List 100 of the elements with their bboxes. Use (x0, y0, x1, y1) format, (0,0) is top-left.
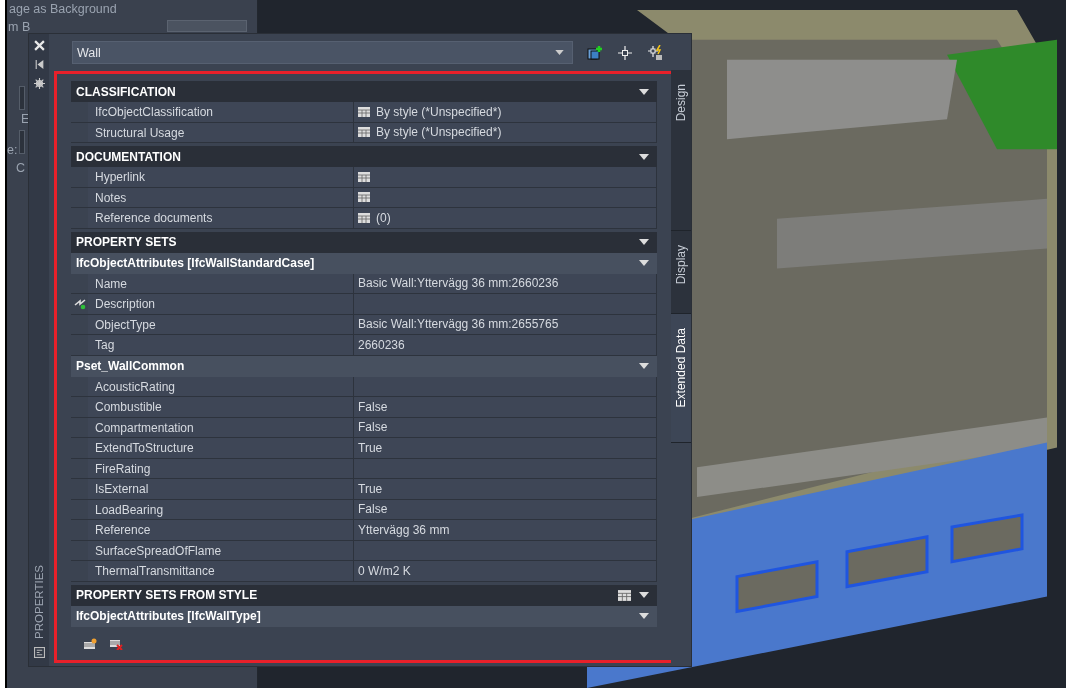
table-icon (358, 192, 370, 203)
property-value: True (358, 481, 383, 496)
property-value-cell[interactable]: (0) (354, 208, 657, 229)
property-name: Compartmentation (95, 420, 194, 435)
property-value-cell[interactable] (354, 540, 657, 561)
collapse-arrow-icon[interactable] (639, 239, 649, 245)
section-title: DOCUMENTATION (76, 149, 182, 164)
property-value: False (358, 420, 388, 435)
property-name: Reference (95, 523, 151, 538)
property-value-cell[interactable]: True (354, 479, 657, 500)
property-value-cell[interactable]: Yttervägg 36 mm (354, 520, 657, 541)
property-value: (0) (376, 210, 391, 225)
table-icon[interactable] (618, 589, 631, 601)
property-name: Reference documents (95, 211, 213, 226)
input-field[interactable] (19, 86, 25, 110)
settings-icon[interactable] (33, 78, 45, 89)
side-tab[interactable]: Extended Data (671, 314, 691, 443)
property-value-cell[interactable] (354, 187, 657, 208)
section-header[interactable]: PROPERTY SETS FROM STYLE (71, 584, 657, 606)
caret-icon[interactable] (555, 50, 564, 55)
property-value-cell[interactable] (354, 458, 657, 479)
section-title: PROPERTY SETS (76, 235, 178, 249)
collapse-arrow-icon[interactable] (639, 363, 649, 369)
property-value: 0 W/m2 K (358, 563, 411, 578)
property-value: By style (*Unspecified*) (376, 125, 502, 140)
section-header[interactable]: IfcObjectAttributes [IfcWallStandardCase] (71, 252, 657, 274)
pick-point-icon[interactable] (617, 44, 633, 61)
section-title: PROPERTY SETS FROM STYLE (76, 588, 259, 602)
section-header[interactable]: Pset_WallCommon (71, 355, 657, 377)
property-value-cell[interactable]: 2660236 (354, 335, 657, 356)
table-icon (358, 106, 370, 117)
add-selection-icon[interactable] (587, 44, 603, 61)
dialog-label: m B (8, 20, 31, 34)
property-value-cell[interactable]: Basic Wall:Yttervägg 36 mm:2655765 (354, 314, 657, 335)
property-value-cell[interactable]: By style (*Unspecified*) (354, 122, 657, 143)
palette-title: PROPERTIES (33, 565, 45, 639)
dialog-label: age as Background (9, 2, 117, 16)
property-name: Notes (95, 190, 127, 205)
property-name: ThermalTransmittance (95, 564, 215, 579)
property-name: ObjectType (95, 317, 156, 332)
close-icon[interactable] (33, 40, 45, 51)
property-name: Tag (95, 338, 115, 353)
property-name: FireRating (95, 461, 151, 476)
input-field[interactable] (19, 130, 25, 154)
palette-menu-icon[interactable] (33, 647, 45, 658)
property-value-cell[interactable]: False (354, 499, 657, 520)
remove-property-set-icon[interactable] (109, 638, 123, 650)
section-title: CLASSIFICATION (76, 84, 177, 99)
collapse-arrow-icon[interactable] (639, 153, 649, 160)
side-tab[interactable]: Display (671, 231, 691, 314)
property-name: Hyperlink (95, 170, 145, 185)
table-icon (358, 127, 370, 138)
collapse-arrow-icon[interactable] (639, 88, 649, 95)
property-name: SurfaceSpreadOfFlame (95, 543, 222, 558)
collapse-arrow-icon[interactable] (639, 613, 649, 619)
property-value: Basic Wall:Yttervägg 36 mm:2660236 (358, 276, 559, 291)
quick-select-icon[interactable] (647, 44, 663, 61)
table-icon (358, 171, 370, 182)
property-name: Combustible (95, 400, 162, 415)
section-header[interactable]: PROPERTY SETS (71, 231, 657, 253)
section-header[interactable]: IfcObjectAttributes [IfcWallType] (71, 605, 657, 627)
dialog-label: C (16, 161, 26, 175)
property-value: Yttervägg 36 mm (358, 522, 450, 537)
property-value-cell[interactable]: False (354, 397, 657, 418)
property-value-cell[interactable]: By style (*Unspecified*) (354, 102, 657, 123)
section-header[interactable]: DOCUMENTATION (71, 146, 657, 167)
collapse-arrow-icon[interactable] (639, 592, 649, 598)
property-name: AcousticRating (95, 379, 176, 394)
property-value: By style (*Unspecified*) (376, 104, 502, 119)
property-value: True (358, 440, 383, 455)
property-value: Basic Wall:Yttervägg 36 mm:2655765 (358, 317, 559, 332)
property-name: IsExternal (95, 482, 149, 497)
property-value: 2660236 (358, 337, 405, 352)
section-header[interactable]: CLASSIFICATION (71, 81, 657, 102)
section-title: IfcObjectAttributes [IfcWallStandardCase] (76, 256, 316, 270)
lightning-icon (73, 298, 86, 311)
property-value-cell[interactable]: Basic Wall:Yttervägg 36 mm:2660236 (354, 273, 657, 294)
property-value-cell[interactable]: True (354, 438, 657, 459)
property-value-cell[interactable] (354, 167, 657, 188)
property-value-cell[interactable] (354, 376, 657, 397)
property-name: LoadBearing (95, 502, 164, 517)
property-name: IfcObjectClassification (95, 105, 214, 120)
property-name: Description (95, 297, 156, 312)
property-value-cell[interactable]: 0 W/m2 K (354, 561, 657, 582)
collapse-arrow-icon[interactable] (639, 260, 649, 266)
side-tab[interactable]: Design (671, 70, 691, 231)
object-type-dropdown[interactable]: Wall (72, 41, 573, 64)
auto-hide-icon[interactable] (33, 59, 45, 70)
property-value: False (358, 399, 388, 414)
property-name: Structural Usage (95, 125, 185, 140)
table-icon (358, 212, 370, 223)
section-title: IfcObjectAttributes [IfcWallType] (76, 609, 262, 623)
property-name: ExtendToStructure (95, 441, 194, 456)
add-property-set-icon[interactable] (83, 638, 97, 650)
section-title: Pset_WallCommon (76, 359, 186, 373)
property-value: False (358, 502, 388, 517)
property-value-cell[interactable] (354, 294, 657, 315)
property-name: Name (95, 276, 127, 291)
property-value-cell[interactable]: False (354, 417, 657, 438)
dialog-label: e: (7, 143, 18, 157)
